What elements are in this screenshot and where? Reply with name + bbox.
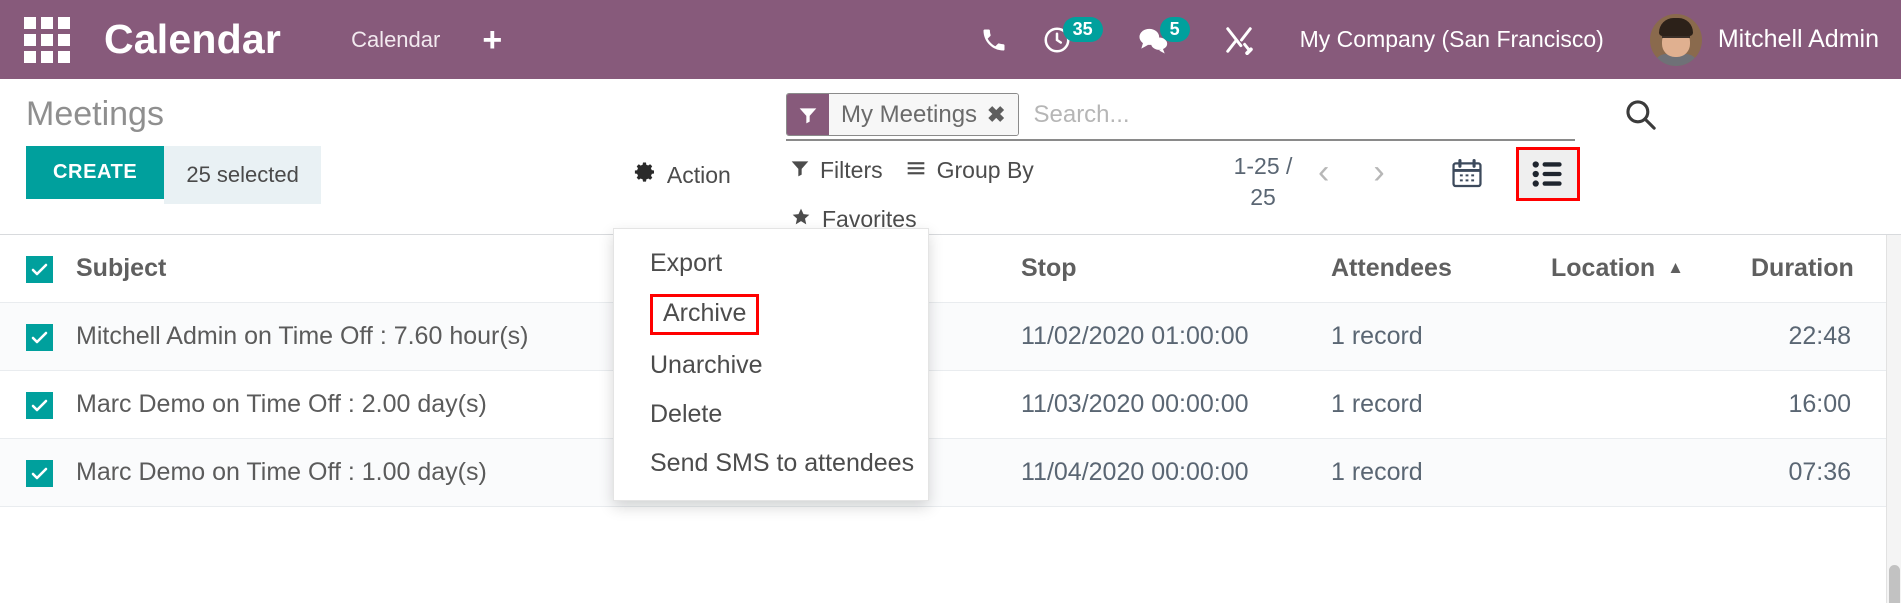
select-all-checkbox-cell — [0, 235, 76, 303]
username-label: Mitchell Admin — [1717, 25, 1879, 53]
cell-stop: 11/03/2020 00:00:00 — [1021, 370, 1331, 439]
cell-subject: Mitchell Admin on Time Off : 7.60 hour(s… — [76, 302, 691, 371]
row-checkbox[interactable] — [26, 324, 53, 351]
cell-duration: 07:36 — [1751, 438, 1901, 507]
chevron-left-icon[interactable]: ‹ — [1310, 151, 1337, 193]
table-header: Subject Start Stop Attendees Location▲ D… — [0, 235, 1901, 303]
table-header-row: Subject Start Stop Attendees Location▲ D… — [0, 235, 1901, 303]
table-row[interactable]: Marc Demo on Time Off : 2.00 day(s) 11/0… — [0, 370, 1901, 439]
search-facet-label-wrap: My Meetings ✖ — [829, 94, 1019, 135]
nav-menu-calendar[interactable]: Calendar — [351, 27, 440, 53]
cell-location — [1551, 302, 1751, 371]
pager-range: 1-25 / — [1233, 153, 1293, 179]
row-checkbox[interactable] — [26, 460, 53, 487]
menu-item-delete[interactable]: Delete — [614, 390, 928, 439]
cell-subject: Marc Demo on Time Off : 2.00 day(s) — [76, 370, 691, 439]
list-view-icon[interactable] — [1516, 147, 1580, 201]
group-by-dropdown[interactable]: Group By — [905, 157, 1034, 184]
column-header-duration[interactable]: Duration — [1751, 235, 1901, 303]
cell-duration: 16:00 — [1751, 370, 1901, 439]
row-checkbox-cell — [0, 438, 76, 507]
cell-location — [1551, 438, 1751, 507]
search-facet-label: My Meetings — [841, 100, 978, 128]
activity-count-badge: 35 — [1062, 17, 1103, 42]
hamburger-icon — [905, 157, 927, 184]
pager-total: 25 — [1250, 184, 1276, 211]
filters-label: Filters — [820, 157, 883, 183]
action-menu-wrap: Action — [633, 160, 731, 190]
create-button[interactable]: CREATE — [26, 146, 165, 199]
cell-attendees: 1 record — [1331, 302, 1551, 371]
cell-location — [1551, 370, 1751, 439]
column-header-attendees[interactable]: Attendees — [1331, 235, 1551, 303]
search-icon[interactable] — [1623, 97, 1657, 136]
search-options-bar: Filters Group By Favorites — [790, 157, 1090, 233]
messages-icon[interactable]: 5 — [1137, 17, 1190, 55]
selection-count-label[interactable]: 25 selected — [164, 146, 321, 204]
filter-funnel-icon — [787, 94, 829, 135]
row-checkbox-cell — [0, 370, 76, 439]
close-icon[interactable]: ✖ — [987, 102, 1005, 128]
table-body: Mitchell Admin on Time Off : 7.60 hour(s… — [0, 302, 1901, 507]
company-selector[interactable]: My Company (San Francisco) — [1300, 26, 1604, 53]
apps-grid-icon[interactable] — [18, 11, 76, 69]
tools-icon[interactable] — [1224, 25, 1254, 55]
table-row[interactable]: Mitchell Admin on Time Off : 7.60 hour(s… — [0, 302, 1901, 371]
user-menu[interactable]: Mitchell Admin — [1649, 13, 1879, 66]
column-header-location-label: Location — [1551, 254, 1656, 282]
view-switcher — [1438, 147, 1580, 201]
cell-stop: 11/04/2020 00:00:00 — [1021, 438, 1331, 507]
cell-subject: Marc Demo on Time Off : 1.00 day(s) — [76, 438, 691, 507]
navbar-right-group: 35 5 My Company (San Francisco) Mitchell… — [946, 13, 1901, 66]
search-input[interactable] — [1019, 93, 1575, 136]
cell-attendees: 1 record — [1331, 438, 1551, 507]
column-header-subject[interactable]: Subject — [76, 235, 691, 303]
records-table: Subject Start Stop Attendees Location▲ D… — [0, 235, 1901, 507]
scrollbar-thumb[interactable] — [1889, 565, 1900, 603]
action-dropdown-menu: Export Archive Unarchive Delete Send SMS… — [613, 228, 929, 501]
table-row[interactable]: Marc Demo on Time Off : 1.00 day(s) 11/0… — [0, 438, 1901, 507]
new-record-plus-icon[interactable]: + — [482, 23, 502, 57]
filters-dropdown[interactable]: Filters — [790, 157, 883, 184]
column-header-location[interactable]: Location ▲ — [1551, 235, 1751, 303]
chevron-right-icon[interactable]: › — [1365, 151, 1392, 193]
app-brand-title: Calendar — [104, 16, 282, 62]
search-facet-my-meetings[interactable]: My Meetings ✖ — [786, 93, 1020, 136]
group-by-label: Group By — [936, 157, 1034, 183]
vertical-scrollbar[interactable] — [1886, 235, 1901, 603]
messages-count-badge: 5 — [1159, 17, 1190, 42]
select-all-checkbox[interactable] — [26, 256, 53, 283]
activity-clock-icon[interactable]: 35 — [1042, 17, 1103, 55]
cell-duration: 22:48 — [1751, 302, 1901, 371]
menu-item-unarchive[interactable]: Unarchive — [614, 341, 928, 390]
cell-stop: 11/02/2020 01:00:00 — [1021, 302, 1331, 371]
row-checkbox-cell — [0, 302, 76, 371]
action-button[interactable]: Action — [633, 160, 731, 190]
phone-icon[interactable] — [980, 25, 1008, 55]
gear-icon — [633, 160, 657, 190]
control-panel: Meetings CREATE 25 selected Action My Me… — [0, 79, 1901, 235]
menu-item-send-sms[interactable]: Send SMS to attendees — [614, 439, 928, 488]
calendar-view-icon[interactable] — [1438, 148, 1496, 200]
avatar — [1649, 13, 1702, 66]
search-view: My Meetings ✖ — [786, 93, 1656, 141]
action-button-label: Action — [666, 161, 731, 188]
menu-item-export[interactable]: Export — [614, 239, 928, 288]
filter-icon — [790, 157, 810, 184]
row-checkbox[interactable] — [26, 392, 53, 419]
list-view: Subject Start Stop Attendees Location▲ D… — [0, 235, 1901, 603]
pager-arrows: ‹ › — [1310, 151, 1393, 193]
top-navbar: Calendar Calendar + 35 5 My Company (San… — [0, 0, 1901, 79]
cell-attendees: 1 record — [1331, 370, 1551, 439]
menu-item-archive[interactable]: Archive — [650, 294, 760, 335]
pager[interactable]: 1-25 / 25 — [1215, 151, 1311, 213]
column-header-stop[interactable]: Stop — [1021, 235, 1331, 303]
sort-asc-icon: ▲ — [1667, 258, 1684, 277]
